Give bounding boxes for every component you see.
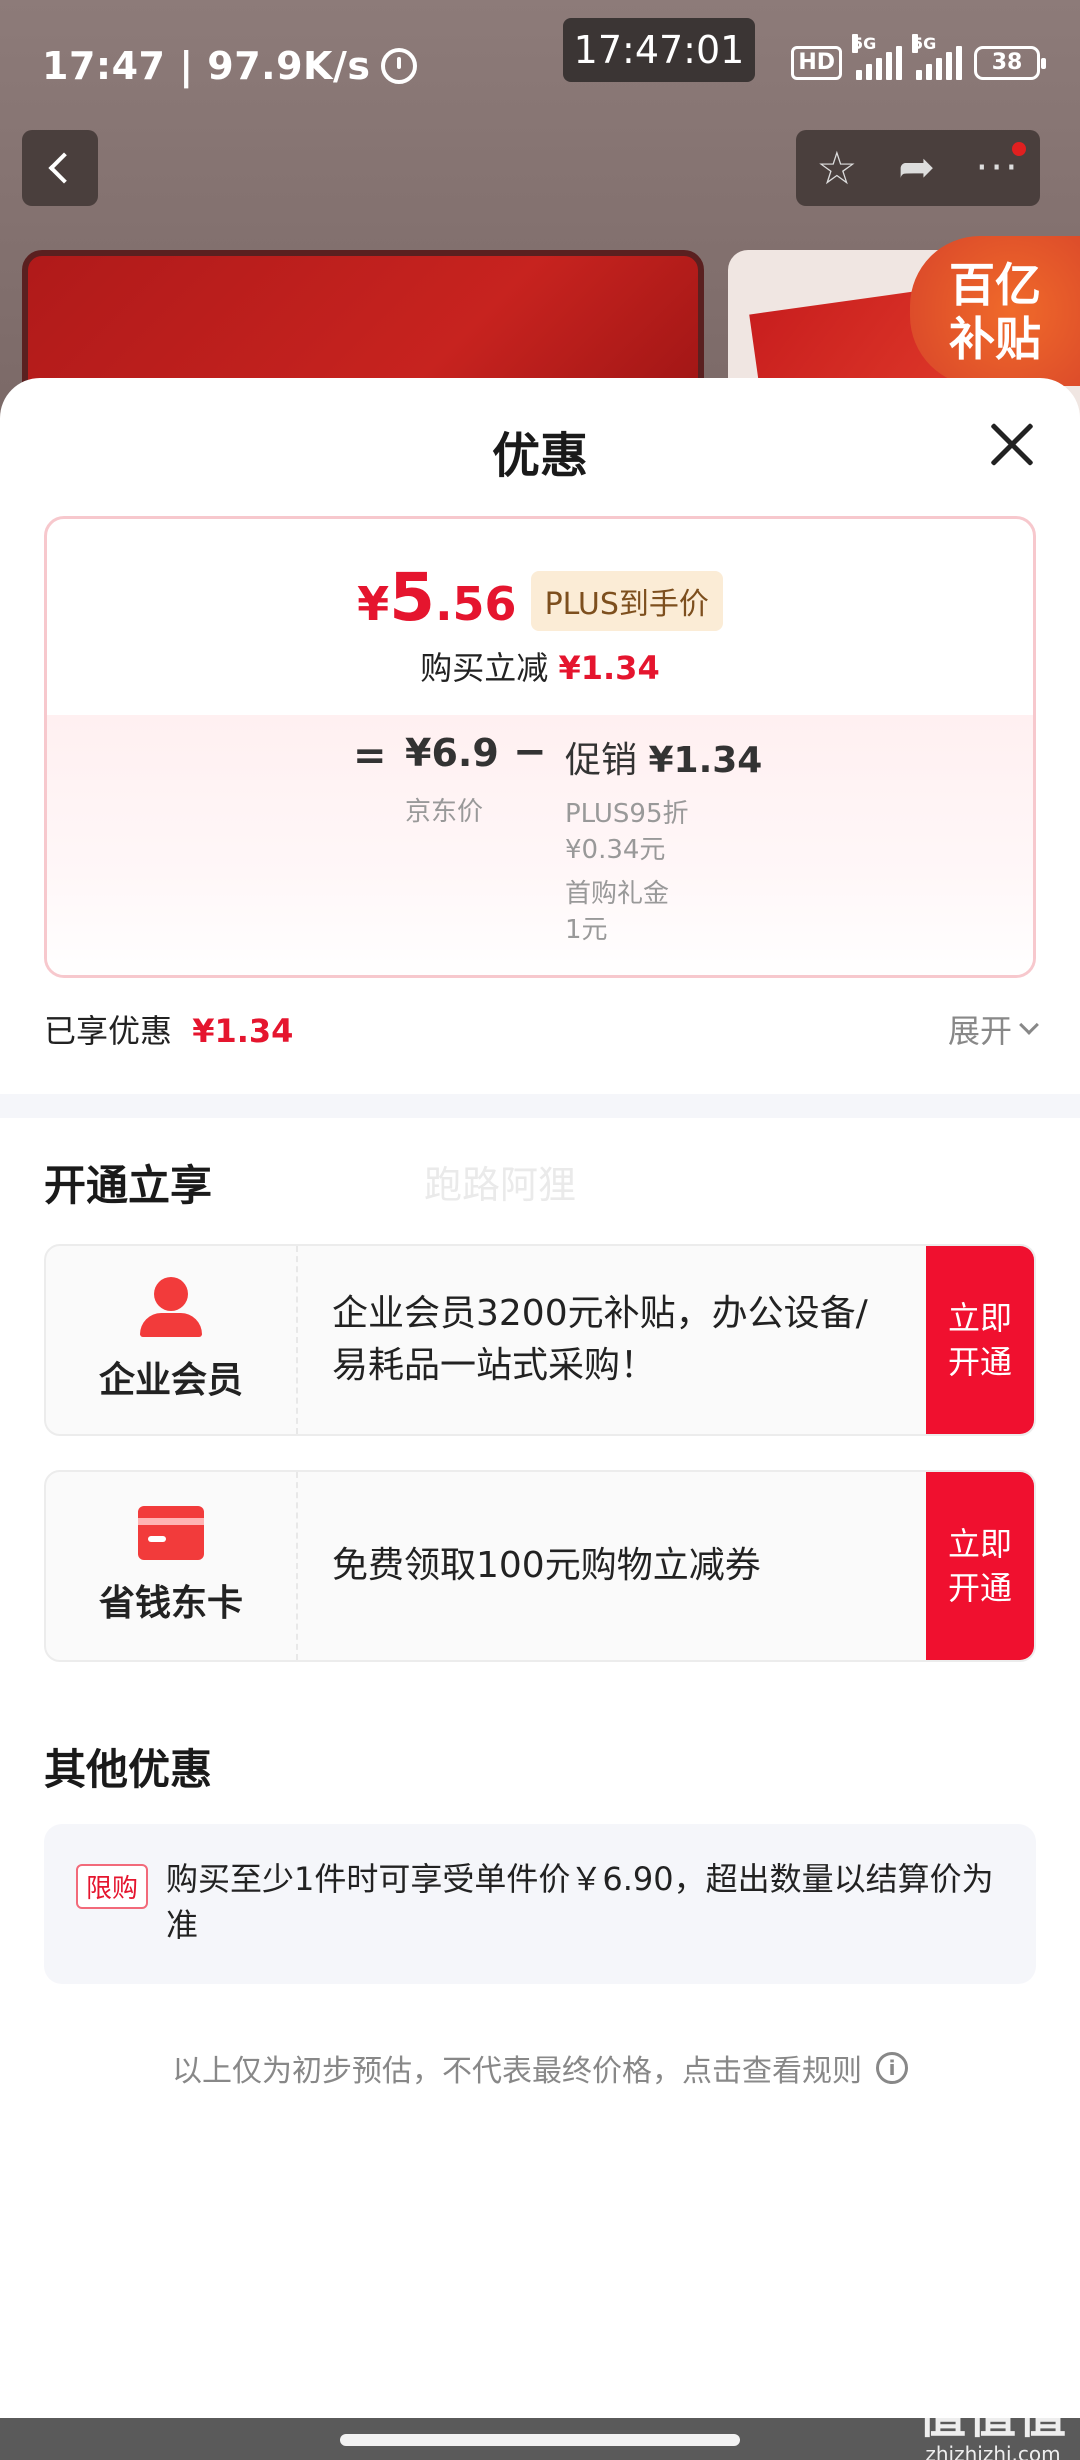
signal-icon-2: 5G xyxy=(912,34,962,80)
expand-label: 展开 xyxy=(947,1012,1012,1050)
member-name: 企业会员 xyxy=(98,1360,243,1401)
battery-icon: 38 xyxy=(974,46,1046,80)
discount-sheet: 优惠 ¥ 5 .56 PLUS到手价 购买立减 ¥1.34 = ¥6.9 京东价… xyxy=(0,378,1080,2418)
open-now-button[interactable]: 立即 开通 xyxy=(926,1246,1034,1434)
promo-item: PLUS95折 xyxy=(565,799,689,829)
plus-price-tag: PLUS到手价 xyxy=(530,571,723,631)
final-price-row: ¥ 5 .56 PLUS到手价 xyxy=(47,559,1033,637)
jd-price: ¥6.9 xyxy=(405,731,499,775)
nav-actions: ☆ ➦ ··· xyxy=(796,130,1040,206)
corner-watermark: 值值值 zhizhizhi.com xyxy=(918,2376,1068,2460)
member-card-enterprise[interactable]: 企业会员 企业会员3200元补贴，办公设备/易耗品一站式采购！ 立即 开通 xyxy=(44,1244,1036,1436)
open-section-title: 开通立享 xyxy=(44,1161,213,1210)
member-description: 免费领取100元购物立减券 xyxy=(332,1545,761,1586)
minus-sign: − xyxy=(513,729,547,775)
subsidy-line2: 补贴 xyxy=(949,312,1041,366)
sheet-title: 优惠 xyxy=(491,428,588,484)
other-discount-box: 限购 购买至少1件时可享受单件价￥6.90，超出数量以结算价为准 xyxy=(44,1824,1036,1984)
jd-price-label: 京东价 xyxy=(405,797,484,827)
status-bar: 17:47 | 97.9K/s 17:47:01 HD 5G 5G 38 xyxy=(0,0,1080,130)
other-section-title: 其他优惠 xyxy=(44,1745,213,1794)
disclaimer-text: 以上仅为初步预估，不代表最终价格，点击查看规则 xyxy=(172,2054,862,2089)
member-card-savings[interactable]: 省钱东卡 免费领取100元购物立减券 立即 开通 xyxy=(44,1470,1036,1662)
chevron-down-icon xyxy=(1019,1015,1039,1035)
card-icon xyxy=(138,1506,204,1560)
enjoyed-label: 已享优惠 xyxy=(44,1012,173,1050)
open-now-button[interactable]: 立即 开通 xyxy=(926,1472,1034,1660)
share-icon[interactable]: ➦ xyxy=(898,146,935,190)
status-right: HD 5G 5G 38 xyxy=(791,34,1046,80)
center-time: 17:47:01 xyxy=(563,18,755,82)
instant-reduction: 购买立减 ¥1.34 xyxy=(47,643,1033,689)
promo-item: 首购礼金 xyxy=(565,879,670,909)
info-icon[interactable]: i xyxy=(876,2052,908,2084)
enjoyed-amount: ¥1.34 xyxy=(192,1012,294,1050)
watermark-domain: zhizhizhi.com xyxy=(925,2442,1061,2460)
more-icon[interactable]: ··· xyxy=(976,142,1026,188)
promo-item: ¥0.34元 xyxy=(565,835,666,865)
limit-tag: 限购 xyxy=(76,1864,149,1909)
expand-button[interactable]: 展开 xyxy=(947,1006,1039,1052)
reduce-amount: ¥1.34 xyxy=(558,649,660,687)
section-divider xyxy=(0,1094,1080,1118)
enjoyed-discount: 已享优惠 ¥1.34 xyxy=(44,1006,293,1052)
other-discount-text: 购买至少1件时可享受单件价￥6.90，超出数量以结算价为准 xyxy=(166,1860,994,1944)
equals-sign: = xyxy=(353,733,387,779)
member-name: 省钱东卡 xyxy=(98,1583,243,1624)
subsidy-line1: 百亿 xyxy=(949,258,1041,312)
reduce-label: 购买立减 xyxy=(420,649,549,687)
price-breakdown-card: ¥ 5 .56 PLUS到手价 购买立减 ¥1.34 = ¥6.9 京东价 − … xyxy=(44,516,1036,978)
watermark-text: 跑路阿狸 xyxy=(424,1163,577,1207)
alarm-icon xyxy=(380,48,417,84)
member-left: 企业会员 xyxy=(46,1246,298,1434)
promo-item: 1元 xyxy=(565,915,608,945)
hd-icon: HD xyxy=(791,46,842,80)
signal-icon-1: 5G xyxy=(852,34,902,80)
status-left: 17:47 | 97.9K/s xyxy=(42,44,417,88)
back-button[interactable] xyxy=(22,130,98,206)
member-description: 企业会员3200元补贴，办公设备/易耗品一站式采购！ xyxy=(332,1293,868,1386)
star-icon[interactable]: ☆ xyxy=(816,145,857,191)
person-icon xyxy=(138,1277,204,1337)
member-left: 省钱东卡 xyxy=(46,1472,298,1660)
promo-total: 促销 ¥1.34 xyxy=(565,740,763,781)
rules-disclaimer[interactable]: 以上仅为初步预估，不代表最终价格，点击查看规则 i xyxy=(0,2046,1080,2090)
subsidy-badge[interactable]: 百亿 补贴 xyxy=(910,236,1080,386)
final-price: ¥ 5 .56 xyxy=(357,559,517,636)
status-time-speed: 17:47 | 97.9K/s xyxy=(42,44,371,88)
close-icon[interactable] xyxy=(988,422,1034,468)
chevron-left-icon xyxy=(48,152,80,184)
watermark-logo: 值值值 xyxy=(917,2388,1068,2444)
home-indicator[interactable] xyxy=(340,2434,740,2446)
